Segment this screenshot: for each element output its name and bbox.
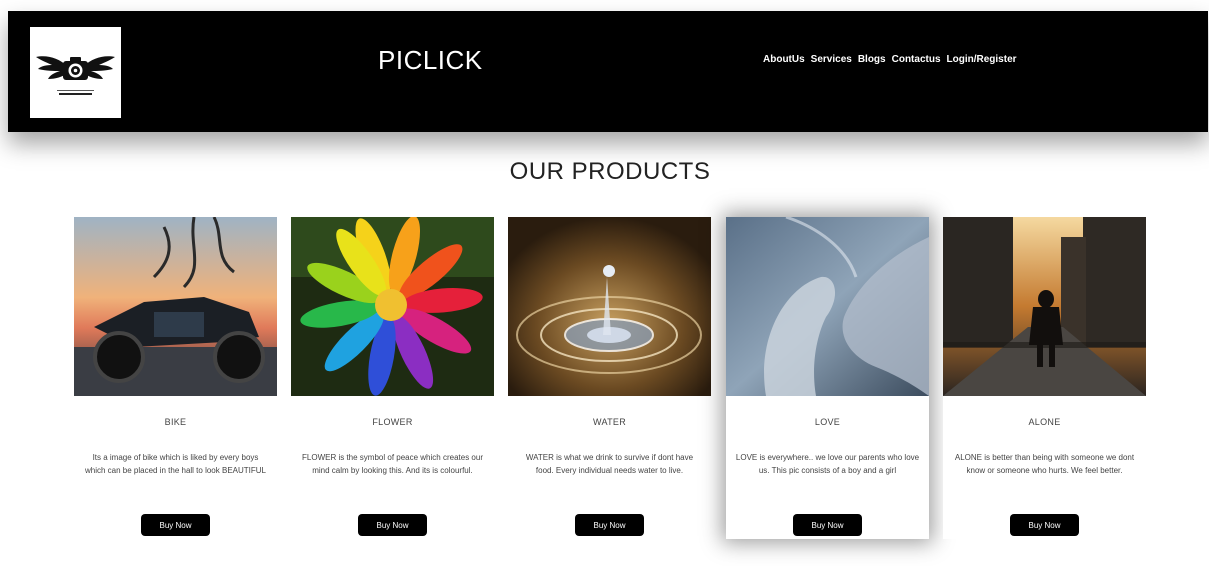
winged-camera-logo-icon	[36, 56, 115, 95]
product-title: WATER	[593, 417, 626, 427]
section-title: OUR PRODUCTS	[509, 158, 711, 185]
love-image	[726, 217, 929, 396]
product-title: BIKE	[164, 417, 187, 427]
buy-now-button-water[interactable]: Buy Now	[575, 514, 644, 536]
nav-link-blogs[interactable]: Blogs	[858, 54, 886, 65]
product-card-love: LOVE LOVE is everywhere.. we love our pa…	[726, 217, 929, 539]
product-description: ALONE is better than being with someone …	[954, 453, 1135, 475]
nav-link-aboutus[interactable]: AboutUs	[763, 54, 805, 65]
site-header: PICLICK AboutUs Services Blogs Contactus…	[8, 11, 1208, 132]
nav-link-services[interactable]: Services	[811, 54, 852, 65]
product-title: ALONE	[1028, 417, 1061, 427]
product-card-water: WATER WATER is what we drink to survive …	[508, 217, 711, 539]
logo[interactable]	[30, 27, 121, 118]
buy-now-button-alone[interactable]: Buy Now	[1010, 514, 1079, 536]
product-card-alone: ALONE ALONE is better than being with so…	[943, 217, 1146, 539]
product-description: FLOWER is the symbol of peace which crea…	[302, 453, 483, 475]
buy-now-button-flower[interactable]: Buy Now	[358, 514, 427, 536]
product-card-bike: BIKE Its a image of bike which is liked …	[74, 217, 277, 539]
product-description: Its a image of bike which is liked by ev…	[85, 453, 266, 475]
nav-link-contactus[interactable]: Contactus	[892, 54, 941, 65]
buy-now-button-bike[interactable]: Buy Now	[141, 514, 210, 536]
buy-now-button-love[interactable]: Buy Now	[793, 514, 862, 536]
water-image	[508, 217, 711, 396]
site-brand[interactable]: PICLICK	[378, 45, 483, 76]
alone-image	[943, 217, 1146, 396]
flower-image	[291, 217, 494, 396]
product-title: FLOWER	[372, 417, 413, 427]
product-card-flower: FLOWER FLOWER is the symbol of peace whi…	[291, 217, 494, 539]
bike-image	[74, 217, 277, 396]
product-description: LOVE is everywhere.. we love our parents…	[735, 453, 920, 475]
main-nav: AboutUs Services Blogs Contactus Login/R…	[763, 54, 1017, 65]
product-title: LOVE	[814, 417, 841, 427]
nav-link-login-register[interactable]: Login/Register	[947, 54, 1017, 65]
product-description: WATER is what we drink to survive if don…	[525, 453, 694, 475]
